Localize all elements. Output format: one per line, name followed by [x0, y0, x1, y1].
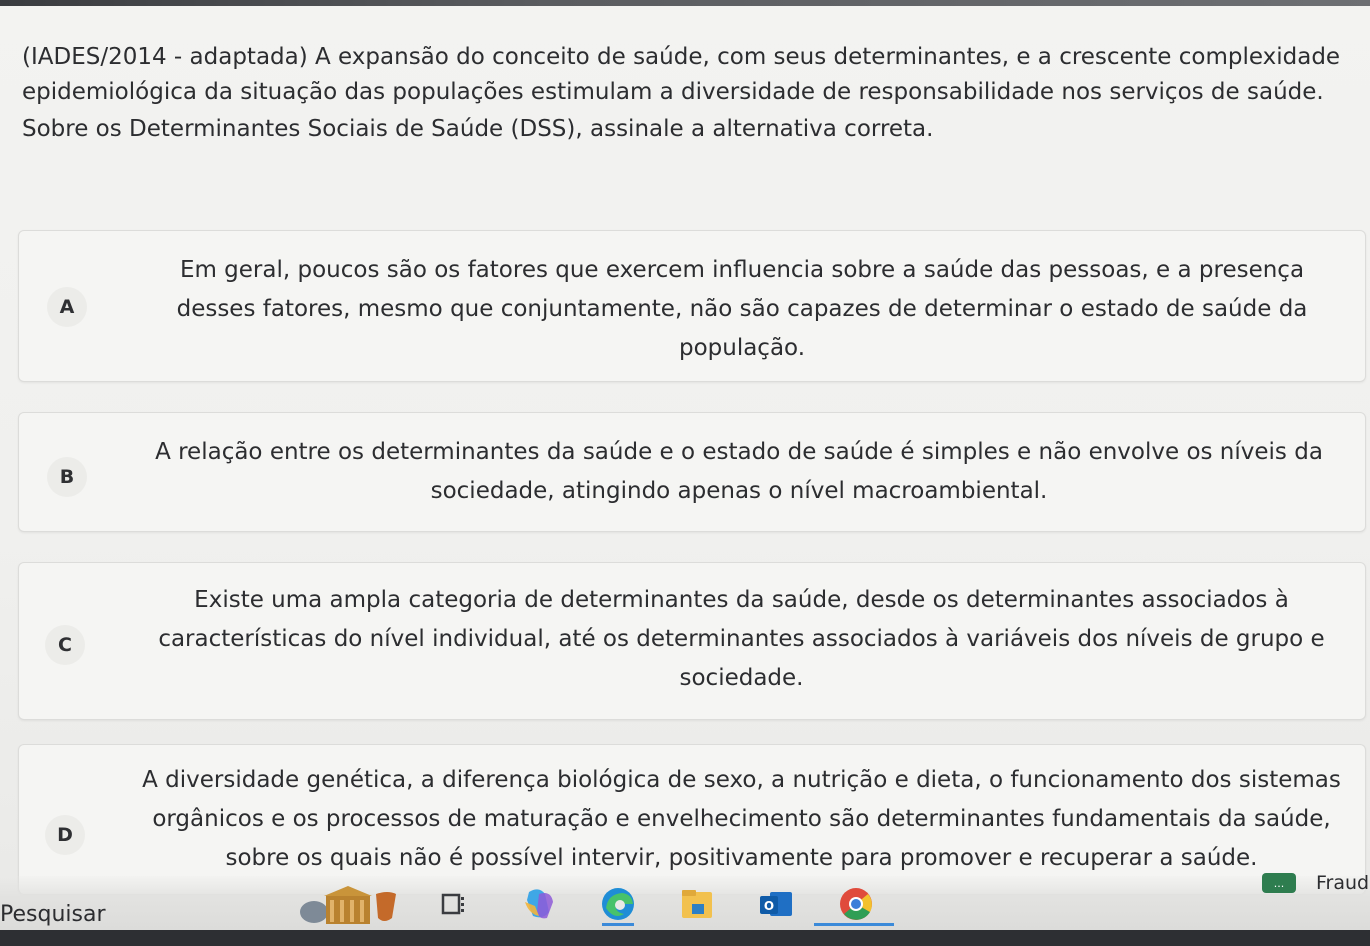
task-view-icon[interactable] — [432, 882, 476, 926]
question-instruction: Sobre os Determinantes Sociais de Saúde … — [22, 116, 934, 142]
option-b-letter: B — [47, 457, 87, 497]
file-explorer-icon[interactable] — [676, 882, 720, 926]
option-c-text: Existe uma ampla categoria de determinan… — [158, 587, 1325, 691]
edge-running-indicator — [602, 923, 634, 926]
news-widget-text: Fraud — [1316, 872, 1370, 894]
edge-icon[interactable] — [596, 882, 640, 926]
museum-widget-icon[interactable] — [292, 882, 402, 926]
question-block: (IADES/2014 - adaptada) A expansão do co… — [22, 40, 1342, 147]
option-c[interactable]: C Existe uma ampla categoria de determin… — [18, 562, 1366, 720]
option-a[interactable]: A Em geral, poucos são os fatores que ex… — [18, 230, 1366, 382]
option-c-letter: C — [45, 625, 85, 665]
outlook-icon[interactable]: O — [754, 882, 798, 926]
option-a-text: Em geral, poucos são os fatores que exer… — [176, 257, 1308, 361]
option-b[interactable]: B A relação entre os determinantes da sa… — [18, 412, 1366, 532]
svg-text:O: O — [764, 899, 774, 913]
news-widget-badge: ... — [1262, 873, 1296, 893]
taskbar-edge — [0, 930, 1370, 946]
option-d-letter: D — [45, 815, 85, 855]
copilot-icon[interactable] — [517, 882, 561, 926]
window-top-edge — [0, 0, 1370, 6]
option-d-text: A diversidade genética, a diferença biol… — [142, 767, 1341, 871]
option-a-letter: A — [47, 287, 87, 327]
chrome-icon[interactable] — [834, 882, 878, 926]
option-b-text: A relação entre os determinantes da saúd… — [155, 439, 1323, 504]
taskbar-search-label[interactable]: Pesquisar — [0, 902, 106, 927]
option-d[interactable]: D A diversidade genética, a diferença bi… — [18, 744, 1366, 894]
question-statement: (IADES/2014 - adaptada) A expansão do co… — [22, 44, 1341, 105]
news-widget[interactable]: ... Fraud — [1262, 868, 1369, 898]
chrome-running-indicator — [814, 923, 894, 926]
